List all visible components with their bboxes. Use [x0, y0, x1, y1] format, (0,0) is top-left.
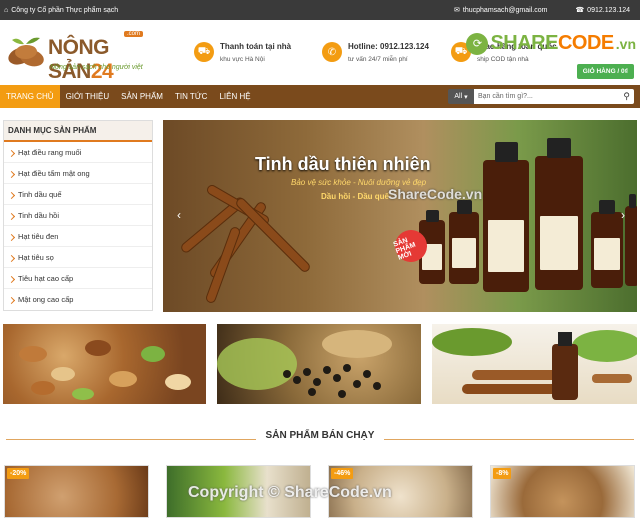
phone-icon: ☎ — [575, 7, 585, 14]
sidebar-item[interactable]: Tinh dầu hồi — [4, 205, 152, 226]
oil-bottle — [625, 194, 637, 286]
chevron-right-icon[interactable]: › — [621, 208, 625, 222]
almond-icon — [8, 37, 44, 67]
oil-bottle — [483, 142, 529, 292]
logo-brand: NÔNG SẢN24 — [48, 36, 114, 83]
sidebar-item[interactable]: Mật ong cao cấp — [4, 289, 152, 310]
sidebar-heading: DANH MỤC SẢN PHẨM — [4, 121, 152, 142]
product-card[interactable]: -20% — [4, 465, 149, 518]
nav-item-contact[interactable]: LIÊN HỆ — [213, 85, 256, 108]
copyright-watermark: Copyright © ShareCode.vn — [188, 484, 392, 501]
banner-watermark: ShareCode.vn — [388, 186, 483, 202]
oil-bottle — [535, 138, 583, 290]
promo-oil-image[interactable] — [432, 324, 637, 404]
discount-badge: -46% — [331, 468, 354, 479]
company-info: ⌂ Công ty Cổ phần Thực phẩm sạch — [4, 7, 118, 14]
sidebar-item[interactable]: Tinh dầu quế — [4, 184, 152, 205]
feature-payment: ⛟ Thanh toán tại nhà khu vực Hà Nội — [194, 42, 291, 63]
company-name: Công ty Cổ phần Thực phẩm sạch — [11, 6, 119, 14]
promo-nuts-image[interactable] — [3, 324, 206, 404]
nav-item-news[interactable]: TIN TỨC — [169, 85, 213, 108]
product-card[interactable]: -8% — [490, 465, 635, 518]
chevron-down-icon: ▾ — [464, 93, 468, 101]
discount-badge: -8% — [493, 468, 512, 479]
email-link[interactable]: ✉ thucphamsach@gmail.com — [454, 6, 547, 15]
search-bar: All ▾ Bạn cần tìm gì?... ⚲ — [448, 89, 634, 104]
nav-item-home[interactable]: TRANG CHỦ — [0, 85, 60, 108]
nav-item-about[interactable]: GIỚI THIỆU — [60, 85, 116, 108]
sharecode-icon: ⟳ — [466, 32, 489, 55]
search-icon[interactable]: ⚲ — [623, 91, 630, 102]
search-input[interactable]: Bạn cần tìm gì?... ⚲ — [474, 89, 634, 104]
main-nav: TRANG CHỦ GIỚI THIỆU SẢN PHẨM TIN TỨC LI… — [0, 85, 640, 108]
logo-slogan: Nông sản sạch cho người việt — [50, 64, 143, 71]
bestseller-section: SẢN PHẨM BÁN CHẠY — [0, 430, 640, 441]
section-title: SẢN PHẨM BÁN CHẠY — [259, 430, 381, 441]
header: .com NÔNG SẢN24 Nông sản sạch cho người … — [0, 20, 640, 85]
sidebar-item[interactable]: Hạt tiêu đen — [4, 226, 152, 247]
phone-icon: ✆ — [322, 42, 342, 62]
top-bar: ⌂ Công ty Cổ phần Thực phẩm sạch ✉ thucph… — [0, 0, 640, 20]
sidebar-item[interactable]: Hạt điều rang muối — [4, 142, 152, 163]
site-logo[interactable]: .com NÔNG SẢN24 Nông sản sạch cho người … — [6, 28, 156, 83]
home-icon: ⌂ — [4, 6, 9, 14]
chevron-left-icon[interactable]: ‹ — [177, 208, 181, 222]
cinnamon-stick — [204, 225, 242, 305]
feature-hotline: ✆ Hotline: 0912.123.124 tư vấn 24/7 miễn … — [322, 42, 429, 63]
sharecode-watermark-logo: ⟳ SHARECODE .vn — [466, 32, 636, 55]
sidebar-item[interactable]: Tiêu hạt cao cấp — [4, 268, 152, 289]
sidebar-item[interactable]: Hạt tiêu sọ — [4, 247, 152, 268]
mail-icon: ✉ — [454, 7, 460, 14]
oil-bottle — [591, 200, 623, 288]
banner-products: Dầu hồi - Dầu quế — [321, 192, 389, 201]
phone-link[interactable]: ☎ 0912.123.124 — [575, 6, 630, 15]
discount-badge: -20% — [7, 468, 30, 479]
cart-button[interactable]: GIỎ HÀNG / 0₫ — [576, 64, 634, 79]
nav-item-products[interactable]: SẢN PHẨM — [115, 85, 169, 108]
hero-banner[interactable]: Tinh dầu thiên nhiên Bảo vệ sức khỏe - N… — [163, 120, 637, 312]
oil-bottle — [449, 200, 479, 284]
search-category-select[interactable]: All ▾ — [448, 89, 474, 104]
promo-pepper-image[interactable] — [217, 324, 421, 404]
sidebar-item[interactable]: Hạt điều tẩm mật ong — [4, 163, 152, 184]
banner-title: Tinh dầu thiên nhiên — [255, 154, 431, 174]
category-sidebar: DANH MỤC SẢN PHẨM Hạt điều rang muối Hạt… — [3, 120, 153, 311]
truck-icon: ⛟ — [194, 42, 214, 62]
